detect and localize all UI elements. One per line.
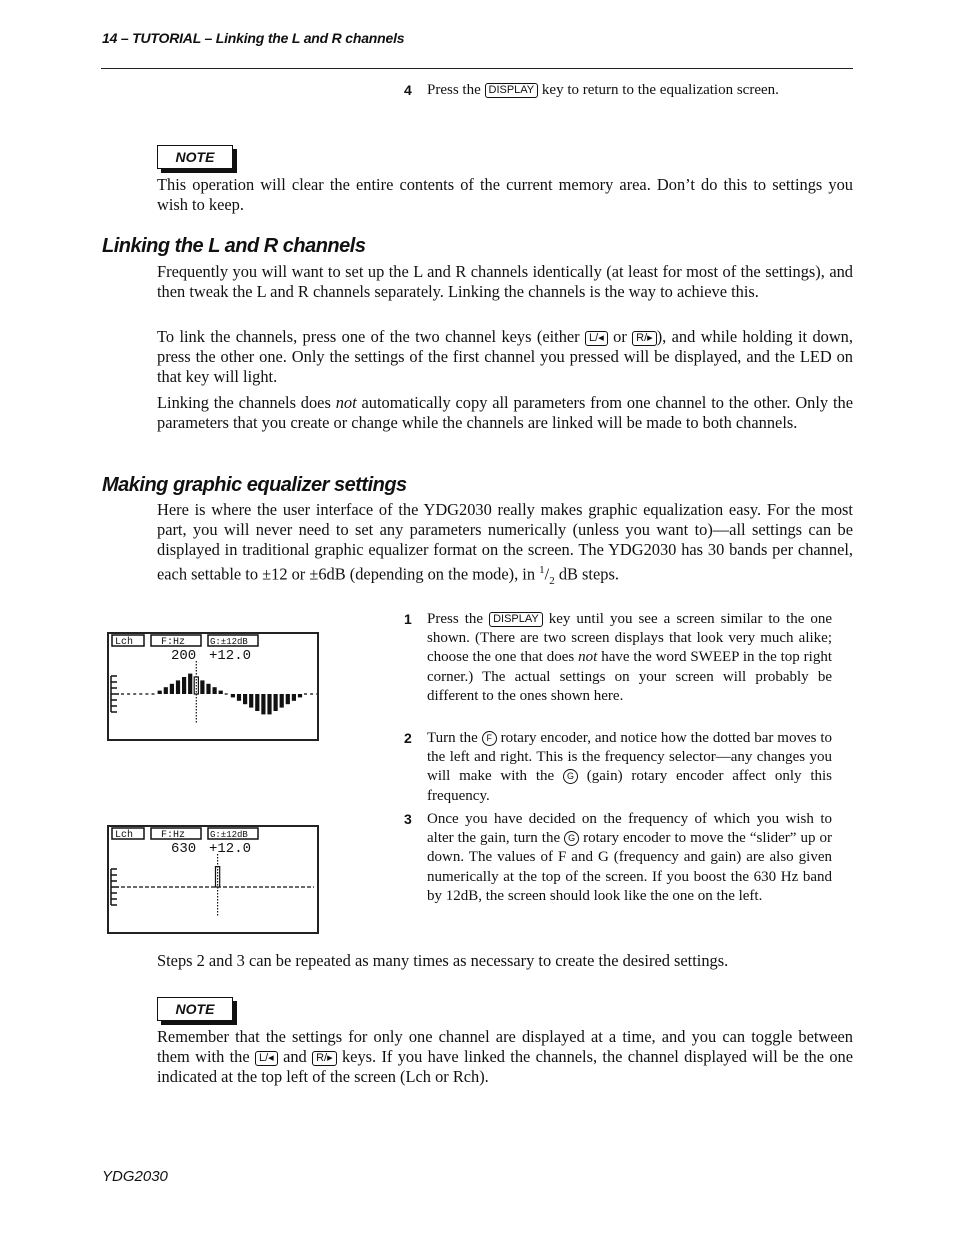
right-channel-key: R/▸ — [632, 331, 657, 346]
gain-tab-label: G:±12dB — [210, 830, 248, 840]
eq-band-bar — [200, 680, 205, 694]
eq-band-bar — [267, 694, 272, 715]
channel-tab-label: Lch — [115, 636, 133, 648]
linking-paragraph-3: Linking the channels does not automatica… — [157, 393, 853, 432]
step-1: 1 Press the DISPLAY key until you see a … — [404, 611, 833, 704]
display-key: DISPLAY — [489, 612, 543, 627]
eq-band-bar — [169, 683, 174, 694]
step-2: 2 Turn the F rotary encoder, and notice … — [404, 730, 833, 804]
section-heading-geq: Making graphic equalizer settings — [102, 474, 407, 496]
step-number: 4 — [404, 82, 412, 98]
eq-band-bar — [206, 683, 211, 694]
eq-screen-630hz: Lch F:Hz G:±12dB 630 +12.0 — [107, 825, 319, 934]
note-label: NOTE — [157, 997, 233, 1021]
gain-value: +12.0 — [209, 648, 251, 664]
eq-band-bar — [261, 694, 266, 715]
g-encoder-icon: G — [564, 831, 580, 847]
step-4: 4 Press the DISPLAY key to return to the… — [404, 81, 828, 100]
eq-band-bar — [297, 694, 303, 698]
eq-band-bar — [188, 673, 193, 694]
eq-band-bar — [218, 690, 223, 694]
footer-product: YDG2030 — [102, 1168, 168, 1185]
eq-band-bar — [182, 677, 187, 694]
eq-band-bar — [163, 687, 168, 694]
linking-paragraph-2: To link the channels, press one of the t… — [157, 327, 853, 386]
linking-paragraph-1: Frequently you will want to set up the L… — [157, 262, 853, 301]
step-3: 3 Once you have decided on the frequency… — [404, 811, 832, 904]
display-key: DISPLAY — [484, 83, 539, 98]
section-heading-linking: Linking the L and R channels — [102, 235, 366, 257]
freq-tab-label: F:Hz — [161, 830, 185, 841]
eq-band-bar — [249, 694, 254, 708]
gain-value: +12.0 — [209, 841, 251, 857]
running-header: 14 – TUTORIAL – Linking the L and R chan… — [102, 30, 405, 46]
eq-band-bar — [279, 694, 284, 708]
eq-band-bar — [255, 694, 260, 711]
steps-repeat-text: Steps 2 and 3 can be repeated as many ti… — [157, 951, 729, 970]
freq-value: 630 — [171, 841, 196, 857]
eq-band-bar — [157, 690, 162, 694]
eq-band-bar — [243, 694, 248, 705]
g-encoder-icon: G — [562, 769, 578, 785]
note-text: This operation will clear the entire con… — [157, 175, 853, 214]
eq-band-bar — [285, 694, 290, 705]
channel-tab-label: Lch — [115, 829, 133, 841]
eq-screen-200hz: Lch F:Hz G:±12dB 200 +12.0 — [107, 632, 319, 741]
eq-band-bar — [236, 694, 242, 701]
eq-band-bar — [273, 694, 278, 711]
note-label: NOTE — [157, 145, 233, 169]
freq-value: 200 — [171, 648, 196, 664]
right-channel-key: R/▸ — [312, 1051, 337, 1066]
left-channel-key: L/◂ — [255, 1051, 278, 1066]
gain-tab-label: G:±12dB — [210, 637, 248, 647]
left-channel-key: L/◂ — [585, 331, 608, 346]
freq-tab-label: F:Hz — [161, 637, 185, 648]
note-text: Remember that the settings for only one … — [157, 1027, 853, 1086]
eq-band-bar — [175, 680, 181, 694]
geq-paragraph: Here is where the user interface of the … — [157, 500, 853, 587]
header-rule — [101, 68, 853, 69]
eq-band-bar — [230, 694, 235, 698]
eq-band-bar — [212, 687, 217, 694]
f-encoder-icon: F — [481, 731, 497, 746]
eq-band-bar — [291, 694, 296, 701]
